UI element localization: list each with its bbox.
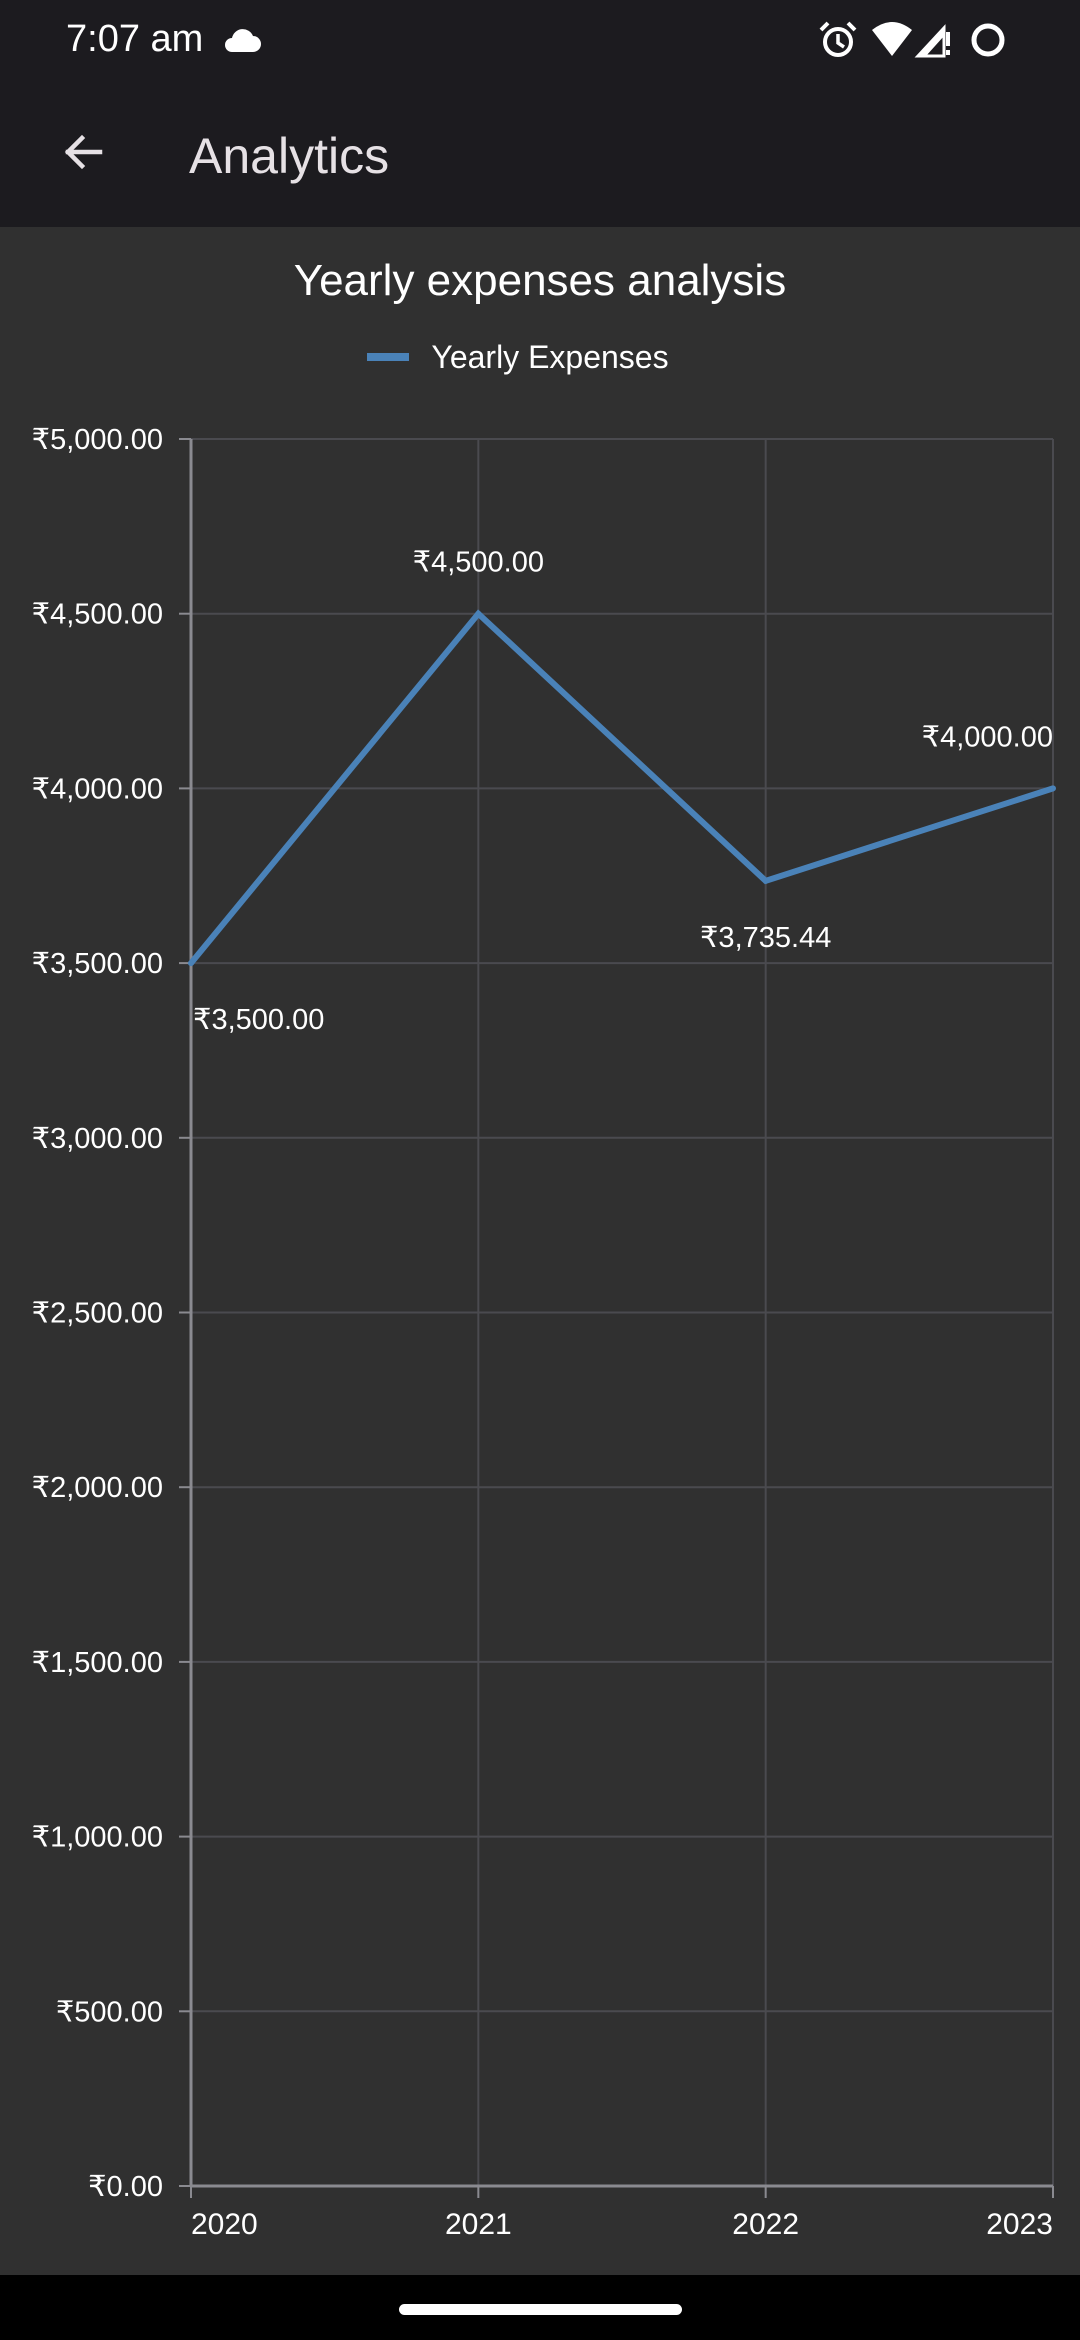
y-tick-label: ₹0.00 bbox=[88, 2171, 163, 2203]
y-tick-label: ₹1,000.00 bbox=[32, 1822, 163, 1854]
data-label: ₹4,000.00 bbox=[922, 721, 1053, 753]
y-tick-label: ₹2,000.00 bbox=[32, 1472, 163, 1504]
home-indicator[interactable] bbox=[399, 2304, 682, 2315]
x-tick-label: 2020 bbox=[191, 2208, 258, 2241]
status-bar: 7:07 am bbox=[0, 0, 1080, 80]
data-point bbox=[1050, 785, 1056, 792]
y-tick-label: ₹3,000.00 bbox=[32, 1123, 163, 1155]
y-tick-label: ₹5,000.00 bbox=[32, 424, 163, 456]
line-chart: ₹0.00 ₹500.00 ₹1,000.00 ₹1,500.00 ₹2,000.00 ₹… bbox=[32, 424, 1056, 2241]
data-point bbox=[188, 960, 194, 967]
y-tick-label: ₹1,500.00 bbox=[32, 1647, 163, 1679]
data-label: ₹3,735.44 bbox=[700, 922, 831, 954]
status-time: 7:07 am bbox=[66, 18, 204, 60]
signal-icon bbox=[914, 20, 952, 63]
chart-container: Yearly expenses analysis Yearly Expenses… bbox=[0, 227, 1080, 2275]
back-button[interactable] bbox=[34, 106, 130, 202]
data-label: ₹3,500.00 bbox=[193, 1004, 324, 1036]
y-tick-label: ₹3,500.00 bbox=[32, 948, 163, 980]
y-tick-label: ₹500.00 bbox=[56, 1996, 163, 2028]
data-point bbox=[475, 610, 482, 617]
y-tick-label: ₹2,500.00 bbox=[32, 1298, 163, 1330]
arrow-back-icon bbox=[58, 128, 106, 181]
x-tick-label: 2022 bbox=[732, 2208, 799, 2241]
page-title: Analytics bbox=[189, 128, 390, 184]
cloud-icon bbox=[222, 26, 262, 59]
navigation-bar bbox=[0, 2275, 1080, 2340]
alarm-icon bbox=[818, 20, 858, 65]
y-tick-label: ₹4,000.00 bbox=[32, 773, 163, 805]
data-point bbox=[762, 877, 769, 884]
battery-icon bbox=[968, 20, 1008, 65]
wifi-icon bbox=[870, 20, 914, 63]
x-tick-label: 2021 bbox=[445, 2208, 512, 2241]
x-tick-label: 2023 bbox=[986, 2208, 1053, 2241]
y-tick-label: ₹4,500.00 bbox=[32, 599, 163, 631]
data-label: ₹4,500.00 bbox=[413, 547, 544, 579]
app-bar: Analytics bbox=[0, 80, 1080, 227]
